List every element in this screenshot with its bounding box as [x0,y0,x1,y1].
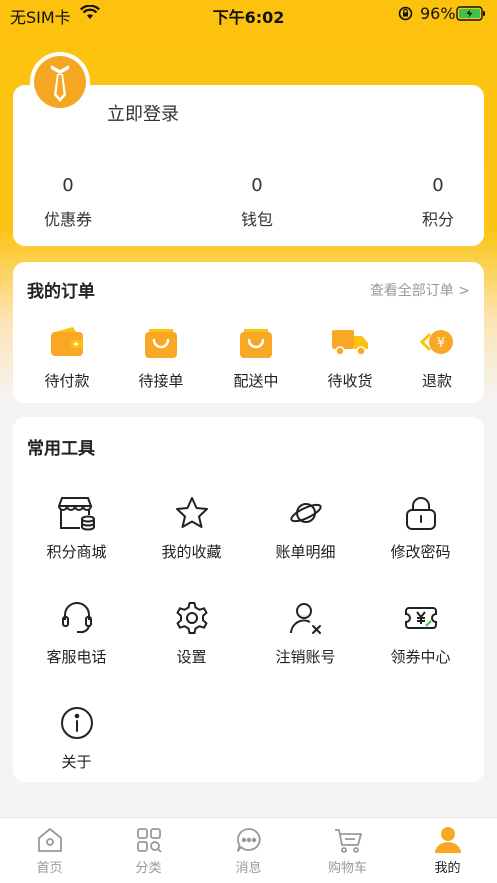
profile-card: 立即登录 0 优惠券 0 钱包 0 积分 [13,85,484,246]
points-stat[interactable]: 0 积分 [383,175,493,230]
tool-settings-label: 设置 [176,648,207,666]
tab-mine-label: 我的 [434,861,461,876]
star-icon [134,493,249,533]
order-refund[interactable]: ¥ 退款 [397,324,477,391]
tool-points-mall-label: 积分商城 [46,543,107,561]
tab-home-label: 首页 [36,861,63,876]
refund-icon: ¥ [397,324,477,360]
coupon-icon [363,598,478,638]
order-pending-receive-label: 待收货 [327,372,373,390]
order-pending-accept[interactable]: 待接单 [121,324,201,391]
tool-bill-details-label: 账单明细 [275,543,336,561]
tool-customer-service-label: 客服电话 [46,648,107,666]
orders-card: 我的订单 查看全部订单 > 待付款 待接单 配送中 待收货 ¥ 退款 [13,262,484,403]
tool-about-label: 关于 [61,753,92,771]
tab-category[interactable]: 分类 [99,826,198,876]
order-pending-receive[interactable]: 待收货 [310,324,390,391]
tool-coupon-center-label: 领券中心 [390,648,451,666]
cart-icon [298,826,397,854]
tool-settings[interactable]: 设置 [134,598,249,667]
tool-delete-account[interactable]: 注销账号 [248,598,363,667]
tab-cart[interactable]: 购物车 [298,826,397,876]
headset-icon [19,598,134,638]
tab-bar: 首页 分类 消息 购物车 我的 [0,817,497,883]
wallet-label: 钱包 [240,210,273,229]
points-count: 0 [432,175,444,196]
category-icon [99,826,198,854]
view-all-orders-link[interactable]: 查看全部订单 > [370,280,470,300]
login-link[interactable]: 立即登录 [107,100,179,126]
order-pending-payment-label: 待付款 [44,372,90,390]
store-icon [19,493,134,533]
order-pending-payment[interactable]: 待付款 [27,324,107,391]
home-icon [0,826,99,854]
tool-bill-details[interactable]: 账单明细 [248,493,363,562]
coupon-label: 优惠券 [43,210,92,229]
gear-icon [134,598,249,638]
shopping-bag-icon [121,324,201,360]
tab-mine[interactable]: 我的 [398,826,497,876]
coupon-count: 0 [62,175,74,196]
lock-icon [363,493,478,533]
tool-customer-service[interactable]: 客服电话 [19,598,134,667]
rotation-lock-icon [398,6,413,25]
points-label: 积分 [421,210,454,229]
order-delivering-label: 配送中 [233,372,279,390]
tool-points-mall[interactable]: 积分商城 [19,493,134,562]
tools-title: 常用工具 [27,439,95,459]
tool-delete-account-label: 注销账号 [275,648,336,666]
wallet-icon [27,324,107,360]
tools-card: 常用工具 积分商城 我的收藏 账单明细 修改密码 客服电话 设置 注销账号 领券… [13,417,484,782]
avatar[interactable] [30,52,90,112]
tab-messages[interactable]: 消息 [199,826,298,876]
svg-text:¥: ¥ [437,336,445,351]
tool-favorites-label: 我的收藏 [161,543,222,561]
order-refund-label: 退款 [421,372,452,390]
order-pending-accept-label: 待接单 [138,372,184,390]
tool-coupon-center[interactable]: 领券中心 [363,598,478,667]
status-bar: 无SIM卡 下午6:02 96% [0,0,497,30]
order-delivering[interactable]: 配送中 [216,324,296,391]
orders-title: 我的订单 [27,282,95,302]
wallet-amount: 0 [251,175,263,196]
battery-icon [456,6,486,25]
tab-category-label: 分类 [135,861,162,876]
coupon-stat[interactable]: 0 优惠券 [13,175,123,230]
tool-change-password[interactable]: 修改密码 [363,493,478,562]
wallet-stat[interactable]: 0 钱包 [202,175,312,230]
tab-messages-label: 消息 [235,861,262,876]
tool-favorites[interactable]: 我的收藏 [134,493,249,562]
tab-cart-label: 购物车 [327,861,367,876]
tab-home[interactable]: 首页 [0,826,99,876]
battery-percent: 96% [420,4,456,23]
shopping-bag-icon [216,324,296,360]
user-icon [398,826,497,854]
tool-change-password-label: 修改密码 [390,543,451,561]
planet-icon [248,493,363,533]
tool-about[interactable]: 关于 [19,703,134,772]
message-icon [199,826,298,854]
info-icon [19,703,134,743]
truck-icon [310,324,390,360]
user-remove-icon [248,598,363,638]
